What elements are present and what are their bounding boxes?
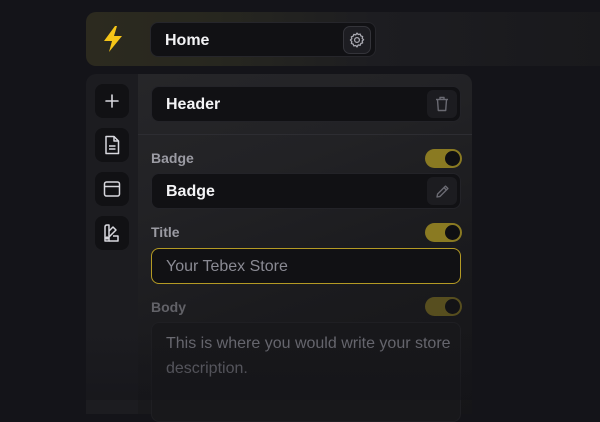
toggle-knob bbox=[445, 225, 460, 240]
body-placeholder: This is where you would write your store… bbox=[166, 335, 451, 377]
add-section-button[interactable] bbox=[95, 84, 129, 118]
browser-window-icon bbox=[103, 181, 121, 197]
edit-badge-button[interactable] bbox=[427, 177, 457, 205]
title-label: Title bbox=[151, 224, 180, 240]
badge-value: Badge bbox=[166, 183, 215, 200]
divider bbox=[138, 134, 472, 135]
title-toggle[interactable] bbox=[425, 223, 462, 242]
pages-button[interactable] bbox=[95, 128, 129, 162]
gear-icon bbox=[349, 32, 365, 48]
trash-icon bbox=[436, 96, 448, 112]
section-select-value: Header bbox=[166, 96, 221, 113]
badge-label: Badge bbox=[151, 150, 194, 166]
section-editor-panel: Header Badge Badge Title Your Tebex Stor… bbox=[138, 74, 472, 422]
badge-toggle[interactable] bbox=[425, 149, 462, 168]
page-select[interactable]: Home bbox=[150, 22, 376, 57]
body-textarea[interactable]: This is where you would write your store… bbox=[151, 322, 461, 422]
lightning-bolt-icon bbox=[104, 26, 122, 52]
title-placeholder: Your Tebex Store bbox=[166, 258, 288, 275]
plus-icon bbox=[105, 94, 119, 108]
page-settings-button[interactable] bbox=[343, 26, 371, 54]
toggle-knob bbox=[445, 151, 460, 166]
layout-button[interactable] bbox=[95, 172, 129, 206]
badge-field[interactable]: Badge bbox=[151, 173, 461, 209]
delete-section-button[interactable] bbox=[427, 90, 457, 118]
title-input[interactable]: Your Tebex Store bbox=[151, 248, 461, 284]
logo-tile[interactable] bbox=[86, 12, 140, 66]
page-select-value: Home bbox=[165, 32, 210, 49]
section-select[interactable]: Header bbox=[151, 86, 461, 122]
pencil-icon bbox=[435, 184, 449, 198]
theme-button[interactable] bbox=[95, 216, 129, 250]
body-label: Body bbox=[151, 299, 186, 315]
toggle-knob bbox=[445, 299, 460, 314]
left-tool-rail bbox=[86, 74, 138, 414]
palette-swatch-icon bbox=[104, 224, 119, 242]
body-toggle[interactable] bbox=[425, 297, 462, 316]
top-bar: Home bbox=[86, 12, 600, 66]
document-icon bbox=[105, 135, 120, 155]
